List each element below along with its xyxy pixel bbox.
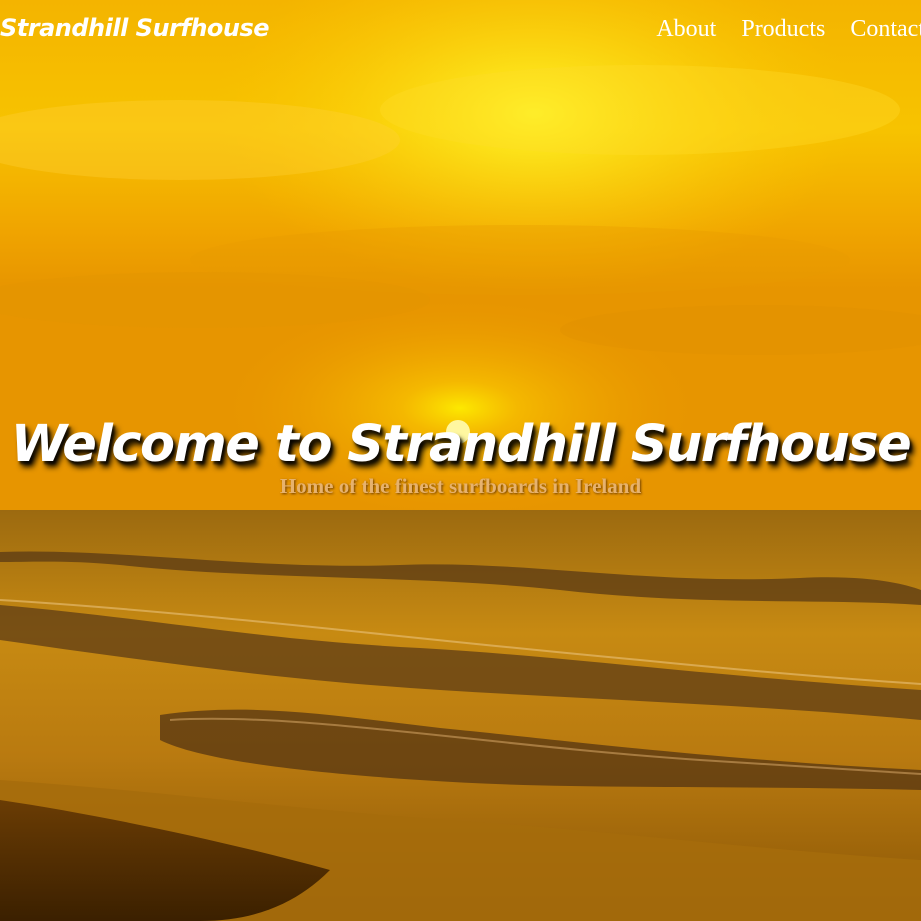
main-nav: About Products Contact xyxy=(656,16,921,43)
hero-section: Strandhill Surfhouse About Products Cont… xyxy=(0,0,921,921)
hero-title: Welcome to Strandhill Surfhouse xyxy=(10,415,912,474)
brand-logo-link[interactable]: Strandhill Surfhouse xyxy=(0,14,270,42)
hero-text-block: Welcome to Strandhill Surfhouse Home of … xyxy=(0,415,921,499)
nav-link-products[interactable]: Products xyxy=(741,16,825,43)
hero-subtitle: Home of the finest surfboards in Ireland xyxy=(279,474,642,498)
nav-link-contact[interactable]: Contact xyxy=(850,16,921,43)
nav-link-about[interactable]: About xyxy=(656,16,716,43)
site-header: Strandhill Surfhouse About Products Cont… xyxy=(0,0,921,64)
